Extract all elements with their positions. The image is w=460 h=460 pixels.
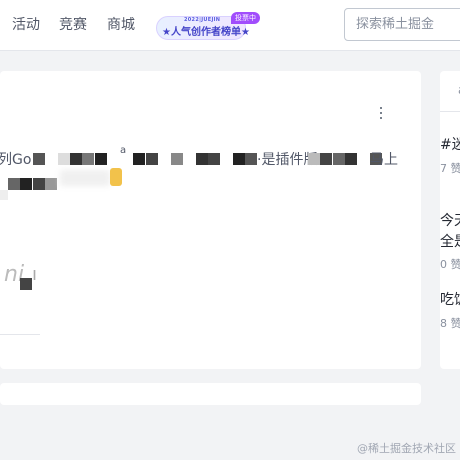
nav-item-mall[interactable]: 商城	[107, 16, 135, 34]
blur-pixel	[33, 153, 45, 165]
blur-pixel	[245, 153, 257, 165]
article-card-next[interactable]	[0, 383, 421, 405]
blur-pixel	[20, 178, 32, 190]
blur-pixel	[233, 153, 245, 165]
nav-item-competitions[interactable]: 竞赛	[59, 16, 87, 34]
blur-pixel	[320, 153, 332, 165]
sidebar-item-title[interactable]: 吃饭	[440, 289, 460, 309]
blur-pixel	[196, 153, 208, 165]
excerpt-fragment: 列Go	[0, 152, 32, 168]
sidebar-card: a #迷 7 赞 今天 全是 0 赞 吃饭 8 赞	[440, 71, 460, 369]
banner-voting-badge: 投票中	[231, 12, 260, 24]
sidebar-divider	[440, 111, 460, 112]
search-input[interactable]	[345, 9, 460, 40]
sidebar-item-likes: 0 赞	[440, 258, 460, 271]
sidebar-item-title[interactable]: 今天	[440, 210, 460, 230]
blur-pixel	[0, 190, 8, 200]
blur-pixel	[45, 178, 57, 190]
sidebar-item-title[interactable]: #迷	[440, 134, 460, 154]
sidebar-item-likes: 8 赞	[440, 317, 460, 330]
blur-pixel	[208, 153, 220, 165]
blur-pixel	[33, 178, 45, 190]
blur-pixel	[8, 178, 20, 190]
article-card[interactable]	[0, 71, 421, 369]
more-options-icon[interactable]	[376, 104, 386, 122]
top-navbar: 活动 竞赛 商城 2022|JUEJIN ★人气创作者榜单★ 投票中	[0, 0, 460, 51]
blur-pixel	[70, 153, 82, 165]
blur-pixel	[308, 153, 320, 165]
blur-pixel	[333, 153, 345, 165]
search-box	[344, 8, 460, 41]
excerpt-fragment: 马上	[370, 152, 398, 168]
creator-ranking-banner[interactable]: 2022|JUEJIN ★人气创作者榜单★ 投票中	[156, 12, 260, 42]
blur-pixel	[345, 153, 357, 165]
blur-pixel	[171, 153, 183, 165]
divider	[0, 334, 40, 335]
blur-pixel	[58, 153, 70, 165]
blur-pixel	[133, 153, 145, 165]
blur-pixel	[20, 278, 32, 290]
watermark: @稀土掘金技术社区	[357, 442, 456, 455]
blur-pixel	[82, 153, 94, 165]
nav-item-activities[interactable]: 活动	[12, 16, 40, 34]
sidebar-item-likes: 7 赞	[440, 162, 460, 175]
sidebar-item-title-line2[interactable]: 全是	[440, 231, 460, 251]
excerpt-fragment: ı	[32, 264, 38, 285]
blur-smudge	[60, 170, 110, 186]
blur-pixel	[95, 153, 107, 165]
banner-title: ★人气创作者榜单★	[162, 27, 250, 38]
blur-pixel	[146, 153, 158, 165]
excerpt-fragment: a	[120, 145, 127, 156]
blur-smudge	[110, 168, 122, 186]
